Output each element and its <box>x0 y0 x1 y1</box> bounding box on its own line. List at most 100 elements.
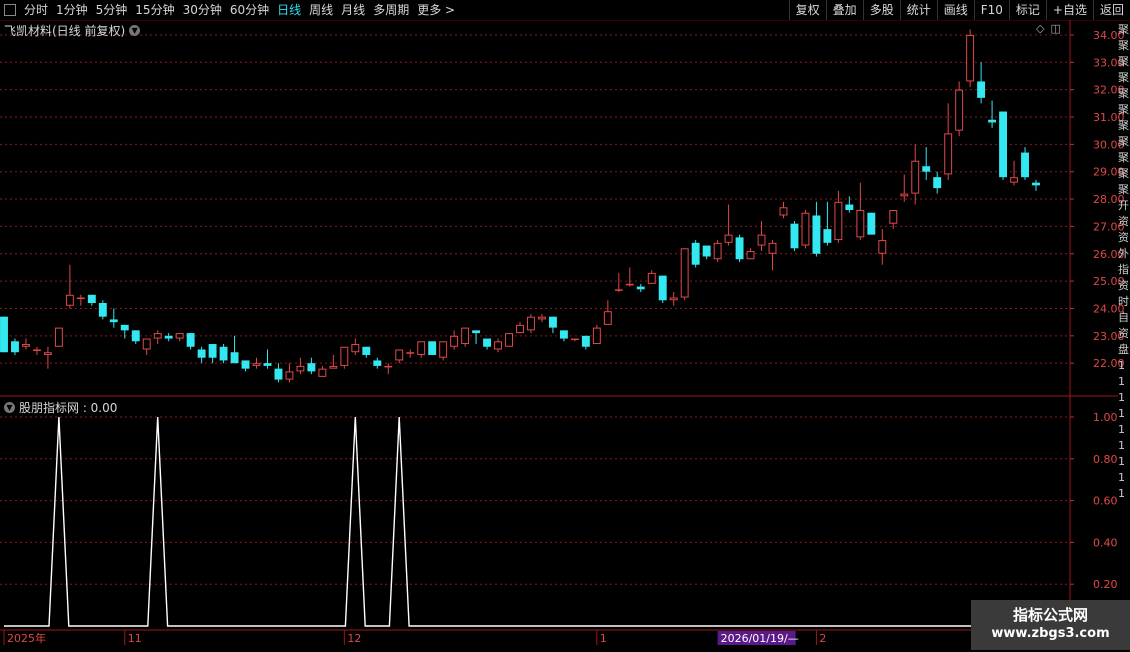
candle-body <box>834 201 843 241</box>
indicator-tick-label: 1.00 <box>1093 411 1118 424</box>
candle-body <box>241 360 250 369</box>
candle <box>581 335 590 350</box>
side-panel-char: 自 <box>1118 311 1129 324</box>
candle-body <box>625 283 634 286</box>
watermark-title: 指标公式网 <box>1012 606 1088 624</box>
main-grid <box>0 20 1118 631</box>
candle <box>186 333 195 350</box>
candle-body <box>570 338 579 341</box>
candle <box>494 338 502 353</box>
candle <box>362 346 371 358</box>
side-panel-char: 聚 <box>1118 103 1129 116</box>
side-panel-char: 聚 <box>1118 151 1129 164</box>
candle-body <box>11 341 19 353</box>
candle-body <box>669 297 678 301</box>
side-panel-char: 指 <box>1118 263 1129 276</box>
side-panel-char: 时 <box>1118 295 1129 308</box>
candle <box>812 201 821 257</box>
candle <box>614 272 623 293</box>
candle <box>1021 147 1029 180</box>
diamond-icon[interactable]: ◇ <box>1036 22 1044 35</box>
candle <box>98 300 107 320</box>
candle-body <box>318 368 327 377</box>
price-axis: 22.0023.0024.0025.0026.0027.0028.0029.00… <box>1070 29 1125 370</box>
candle-body <box>505 333 513 347</box>
candle-body <box>823 229 832 243</box>
candle <box>252 357 261 369</box>
candle-body <box>527 316 535 331</box>
candle-body <box>548 316 557 328</box>
candle <box>636 283 645 293</box>
candle <box>988 100 997 128</box>
side-panel-char: 1 <box>1118 391 1125 404</box>
indicator-axis: 0.20 0.40 0.60 0.80 1.00 <box>1070 411 1118 591</box>
candle <box>790 220 799 252</box>
candle-body <box>406 352 415 354</box>
candle <box>296 357 305 375</box>
candle-body <box>790 223 799 249</box>
indicator-grid <box>0 416 1070 585</box>
chevron-down-icon[interactable]: ▼ <box>4 402 15 413</box>
candle <box>406 349 415 358</box>
candle <box>999 111 1008 180</box>
candle-body <box>801 212 810 246</box>
candle <box>823 201 832 246</box>
candle-body <box>307 363 316 372</box>
candle-body <box>153 333 162 339</box>
candle <box>164 333 173 342</box>
side-panel-char: 1 <box>1118 423 1125 436</box>
date-label: 12 <box>347 632 361 645</box>
side-panel-char: 1 <box>1118 471 1125 484</box>
side-panel-char: 1 <box>1118 439 1125 452</box>
side-panel-char: 聚 <box>1118 87 1129 100</box>
side-panel-char: 聚 <box>1118 71 1129 84</box>
candle <box>702 245 711 260</box>
candle-body <box>450 335 459 347</box>
candlestick-series <box>0 29 1040 383</box>
candle-body <box>845 204 854 210</box>
candle-body <box>120 324 129 331</box>
candle-body <box>933 177 942 189</box>
candle-body <box>757 234 766 246</box>
candle-body <box>22 344 30 347</box>
candle-body <box>603 311 612 325</box>
candle-body <box>43 352 52 355</box>
window-icon[interactable]: ◫ <box>1050 22 1060 35</box>
candle-body <box>592 327 601 345</box>
date-axis: 2025年 11 12 1 22026/01/19/— <box>3 630 826 645</box>
candle-body <box>175 333 184 339</box>
side-panel-char: 聚 <box>1118 23 1129 36</box>
candle <box>32 346 41 355</box>
candle-body <box>724 234 733 243</box>
side-panel-char: 1 <box>1118 375 1125 388</box>
side-panel-char: 聚 <box>1118 167 1129 180</box>
candle-body <box>186 333 195 347</box>
candle <box>54 327 63 347</box>
side-panel-char: 聚 <box>1118 135 1129 148</box>
candle-body <box>779 207 788 216</box>
candle <box>450 330 459 350</box>
candle <box>197 346 206 364</box>
chart-canvas[interactable]: 22.0023.0024.0025.0026.0027.0028.0029.00… <box>0 0 1130 650</box>
candle <box>735 234 744 262</box>
candle-body <box>274 368 283 380</box>
candle <box>175 333 184 342</box>
candle <box>230 335 239 364</box>
candle-body <box>329 365 338 369</box>
chevron-down-icon[interactable]: ▼ <box>129 25 141 36</box>
candle <box>417 341 426 358</box>
side-panel-char: 盘 <box>1118 343 1129 356</box>
date-label: 1 <box>600 632 607 645</box>
candle-body <box>296 365 305 372</box>
candle <box>933 171 942 194</box>
candle <box>658 275 667 303</box>
candle <box>966 29 975 87</box>
candle <box>779 201 788 219</box>
candle-body <box>647 272 656 284</box>
stock-title: 飞凯材料(日线 前复权) <box>4 24 126 38</box>
candle <box>559 330 568 342</box>
candle <box>538 313 546 323</box>
candle-body <box>164 335 173 339</box>
candle-body <box>955 89 964 131</box>
candle-body <box>516 324 524 334</box>
